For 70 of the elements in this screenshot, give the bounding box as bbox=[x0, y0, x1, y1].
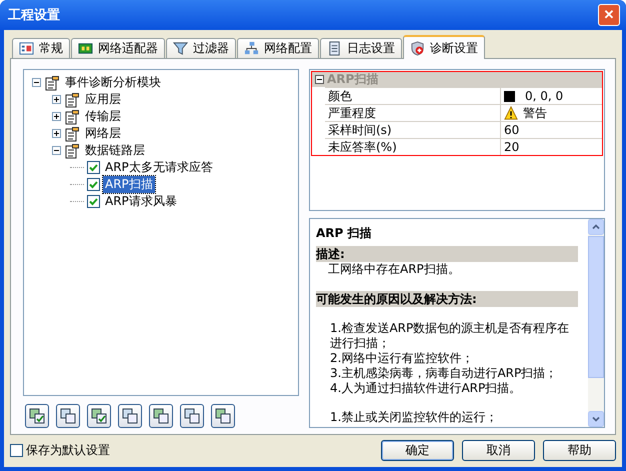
toolbar-button[interactable] bbox=[180, 404, 204, 428]
expander-icon[interactable] bbox=[52, 95, 61, 104]
clipboard-icon bbox=[64, 92, 80, 108]
checkbox[interactable] bbox=[10, 444, 23, 457]
tab[interactable]: 常规 bbox=[12, 38, 70, 58]
checkbox[interactable] bbox=[87, 161, 100, 174]
tree-item[interactable]: 事件诊断分析模块 bbox=[63, 74, 163, 91]
tab[interactable]: 日志设置 bbox=[320, 38, 402, 58]
description-text: 1.禁止或关闭监控软件的运行； bbox=[329, 410, 498, 425]
property-name: 未应答率(%) bbox=[325, 139, 501, 155]
toolbar-button[interactable] bbox=[118, 404, 142, 428]
description-text: 4.人为通过扫描软件进行ARP扫描。 bbox=[329, 381, 522, 396]
shield-icon bbox=[410, 40, 425, 56]
expander-icon[interactable] bbox=[52, 129, 61, 138]
tree-item[interactable]: 数据链路层 bbox=[83, 142, 147, 159]
toolbar-button[interactable] bbox=[25, 404, 49, 428]
property-value[interactable]: 警告 bbox=[523, 104, 547, 122]
document-icon bbox=[327, 41, 342, 56]
clipboard-icon bbox=[64, 126, 80, 142]
property-name: 颜色 bbox=[325, 88, 501, 104]
tab[interactable]: 过滤器 bbox=[166, 38, 236, 58]
expander-icon[interactable] bbox=[52, 112, 61, 121]
tree-item[interactable]: ARP太多无请求应答 bbox=[103, 159, 215, 176]
clipboard-icon bbox=[44, 74, 60, 90]
network-icon bbox=[244, 41, 259, 56]
tab[interactable]: 网络适配器 bbox=[71, 38, 165, 58]
description-text: 2.网络中运行有监控软件； bbox=[329, 351, 474, 366]
tree-item[interactable]: 应用层 bbox=[83, 91, 123, 108]
property-name: 采样时间(s) bbox=[325, 122, 501, 138]
tree-item[interactable]: ARP扫描 bbox=[103, 176, 155, 193]
section-heading: 可能发生的原因以及解决方法: bbox=[316, 291, 578, 307]
description-text: 工网络中存在ARP扫描。 bbox=[327, 262, 461, 277]
close-button[interactable]: ✕ bbox=[598, 4, 620, 26]
checkbox[interactable] bbox=[87, 195, 100, 208]
clipboard-icon bbox=[64, 108, 80, 124]
tree-item[interactable]: 传输层 bbox=[83, 108, 123, 125]
toolbar-button[interactable] bbox=[87, 404, 111, 428]
description-text: 3.主机感染病毒，病毒自动进行ARP扫描； bbox=[329, 366, 558, 381]
scroll-down-button[interactable] bbox=[588, 411, 604, 427]
description-title: ARP 扫描 bbox=[316, 225, 372, 242]
toolbar-button[interactable] bbox=[56, 404, 80, 428]
expander-icon[interactable] bbox=[315, 75, 324, 84]
property-name: 严重程度 bbox=[325, 105, 501, 121]
window-title: 工程设置 bbox=[8, 7, 60, 24]
checkbox-label: 保存为默认设置 bbox=[26, 442, 110, 459]
funnel-icon bbox=[173, 41, 188, 56]
dialog-button[interactable]: 取消 bbox=[462, 440, 535, 461]
toolbar-button[interactable] bbox=[211, 404, 235, 428]
property-value[interactable]: 60 bbox=[504, 123, 520, 137]
warning-icon bbox=[504, 106, 518, 120]
toolbar-button[interactable] bbox=[149, 404, 173, 428]
section-heading: 描述: bbox=[316, 246, 578, 262]
category-label: ARP扫描 bbox=[327, 71, 378, 88]
clipboard-icon bbox=[64, 142, 80, 158]
tab[interactable]: 诊断设置 bbox=[403, 35, 485, 59]
scrollbar[interactable] bbox=[588, 219, 604, 427]
list-icon bbox=[19, 41, 34, 56]
card-icon bbox=[78, 41, 93, 56]
checkbox[interactable] bbox=[87, 178, 100, 191]
tree-item[interactable]: 网络层 bbox=[83, 125, 123, 142]
property-value[interactable]: 20 bbox=[504, 140, 520, 154]
scroll-up-button[interactable] bbox=[588, 219, 604, 235]
dialog-button[interactable]: 帮助 bbox=[543, 440, 616, 461]
tree-item[interactable]: ARP请求风暴 bbox=[103, 193, 179, 210]
tab[interactable]: 网络配置 bbox=[237, 38, 319, 58]
expander-icon[interactable] bbox=[52, 146, 61, 155]
expander-icon[interactable] bbox=[32, 78, 41, 87]
description-text: 1.检查发送ARP数据包的源主机是否有程序在进行扫描； bbox=[329, 321, 570, 351]
dialog-button[interactable]: 确定 bbox=[381, 440, 454, 461]
property-value[interactable]: 0, 0, 0 bbox=[525, 89, 564, 103]
